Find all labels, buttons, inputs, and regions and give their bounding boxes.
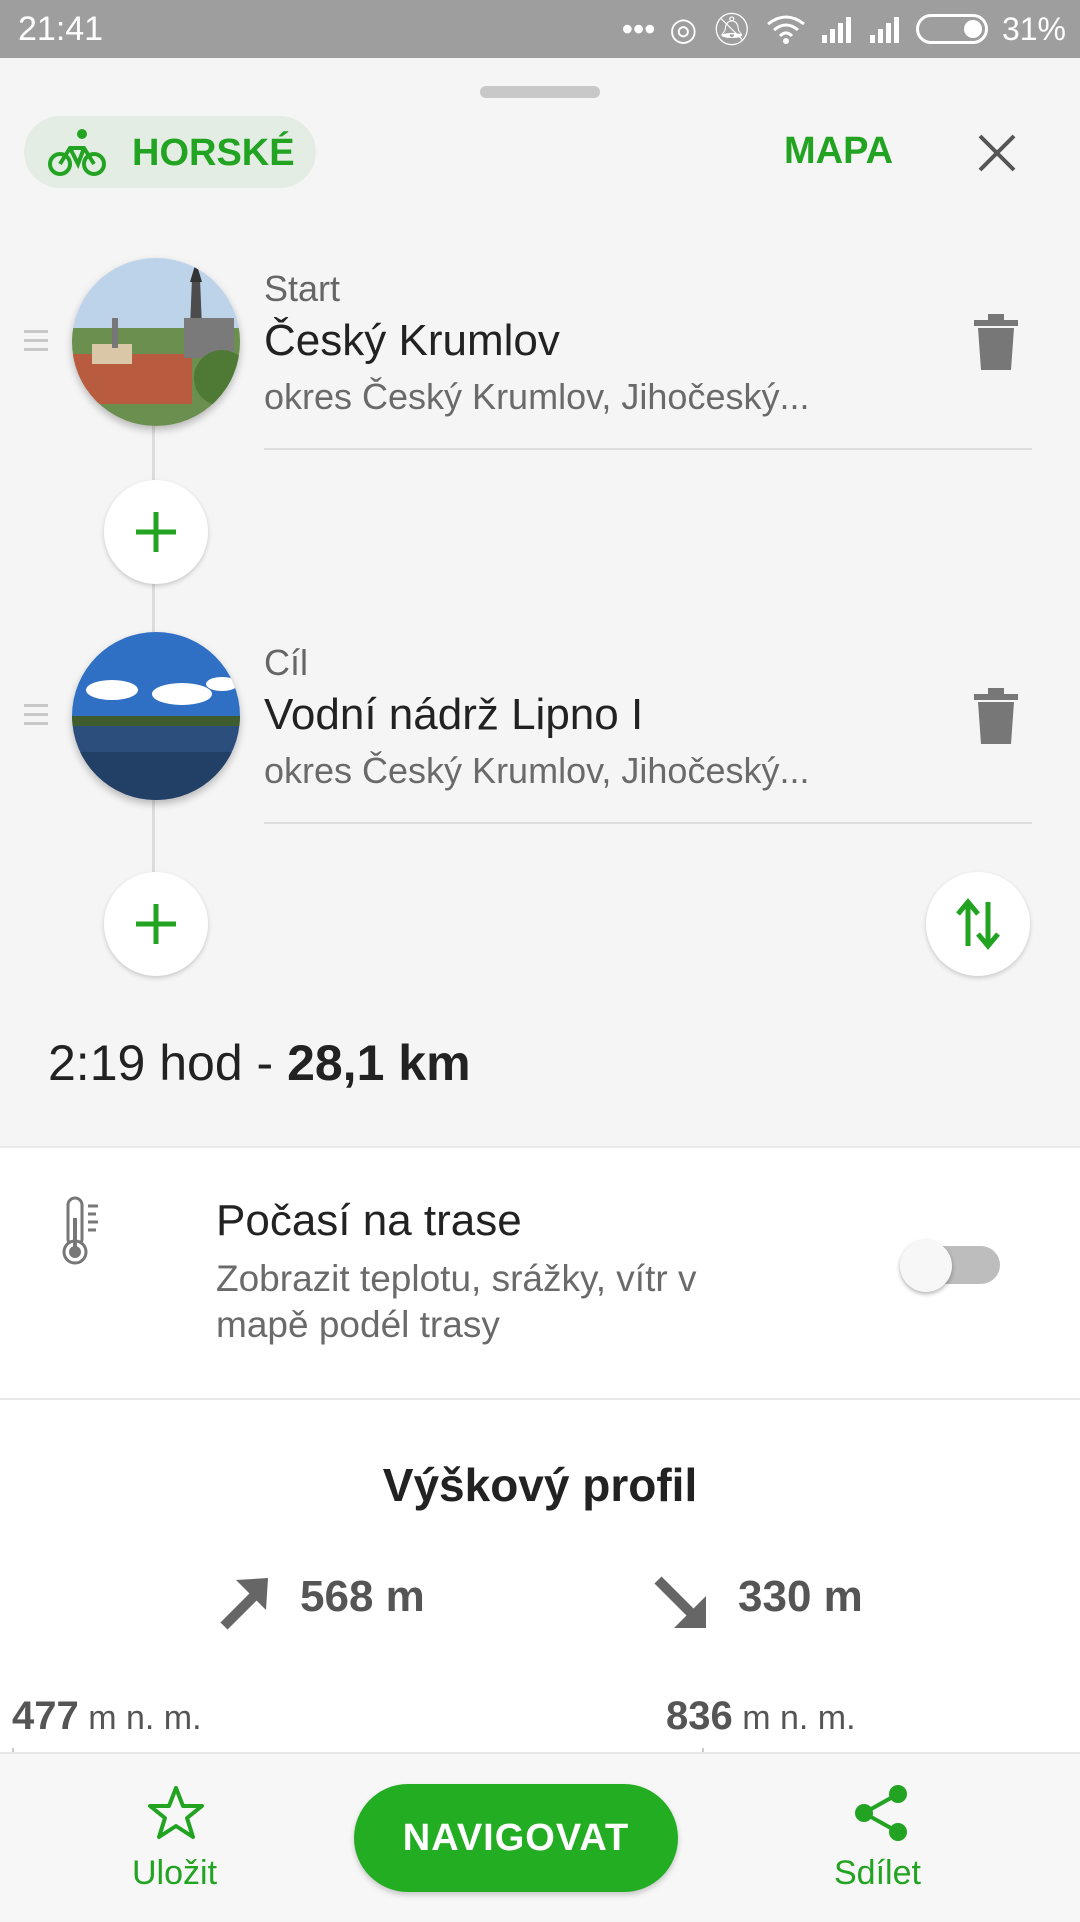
waypoint-photo-start — [72, 258, 240, 426]
share-icon — [855, 1785, 907, 1841]
max-altitude: 836 m n. m. — [666, 1694, 856, 1739]
travel-mode-button[interactable]: HORSKÉ — [24, 116, 316, 188]
wifi-icon — [767, 15, 805, 44]
trash-icon[interactable] — [972, 688, 1020, 746]
elevation-ascent: 568 m — [300, 1572, 425, 1621]
waypoint-start-tag: Start — [264, 268, 341, 309]
divider — [264, 448, 1032, 450]
max-altitude-unit: m n. m. — [732, 1699, 856, 1737]
drag-handle-icon[interactable] — [24, 704, 48, 731]
save-label: Uložit — [132, 1854, 218, 1892]
sheet-drag-handle[interactable] — [480, 86, 600, 98]
waypoint-start-subtitle: okres Český Krumlov, Jihočeský... — [264, 376, 810, 417]
plus-icon — [136, 512, 176, 552]
trash-icon[interactable] — [972, 314, 1020, 372]
elevation-title: Výškový profil — [382, 1459, 698, 1511]
swap-icon — [956, 898, 1000, 950]
route-summary: 2:19 hod - 28,1 km — [48, 1034, 471, 1092]
signal-icon-2 — [869, 17, 899, 43]
waypoint-destination-name[interactable]: Vodní nádrž Lipno I — [264, 690, 643, 740]
more-dots-icon: ••• — [621, 10, 656, 47]
swap-waypoints-button[interactable] — [926, 872, 1030, 976]
elevation-descent: 330 m — [738, 1572, 863, 1621]
status-time: 21:41 — [18, 10, 104, 48]
weather-on-route-panel: Počasí na trase Zobrazit teplotu, srážky… — [0, 1146, 1080, 1400]
bottom-action-bar: Uložit NAVIGOVAT Sdílet — [0, 1752, 1080, 1920]
drag-handle-icon[interactable] — [24, 330, 48, 357]
status-icons: ••• ◎ 🔕︎ 31% — [622, 10, 1066, 48]
bicycle-icon — [48, 129, 106, 176]
thermometer-icon — [62, 1196, 98, 1265]
map-button[interactable]: MAPA — [784, 130, 893, 173]
weather-toggle-knob[interactable] — [900, 1240, 952, 1292]
min-altitude-value: 477 — [12, 1694, 79, 1738]
travel-mode-label: HORSKÉ — [132, 132, 295, 174]
min-altitude: 477 m n. m. — [12, 1694, 202, 1739]
save-button[interactable]: Uložit — [110, 1754, 250, 1922]
waypoint-start-name[interactable]: Český Krumlov — [264, 316, 560, 366]
waypoint-photo-destination — [72, 632, 240, 800]
min-altitude-unit: m n. m. — [78, 1699, 202, 1737]
weather-description: Zobrazit teplotu, srážky, vítr v mapě po… — [216, 1258, 697, 1345]
star-icon — [148, 1786, 204, 1839]
close-icon[interactable] — [972, 128, 1022, 178]
share-button[interactable]: Sdílet — [820, 1754, 960, 1922]
route-distance: 28,1 km — [287, 1035, 471, 1091]
add-waypoint-end-button[interactable] — [104, 872, 208, 976]
navigate-button[interactable]: NAVIGOVAT — [354, 1784, 678, 1892]
status-bar: 21:41 ••• ◎ 🔕︎ 31% — [0, 0, 1080, 58]
signal-icon — [821, 17, 851, 43]
route-duration: 2:19 hod - — [48, 1035, 288, 1091]
hotspot-icon: ◎ — [669, 11, 698, 47]
plus-icon — [136, 904, 176, 944]
battery-icon — [915, 14, 988, 44]
weather-title: Počasí na trase — [216, 1196, 522, 1245]
battery-percent: 31% — [1001, 10, 1066, 47]
mute-icon: 🔕︎ — [711, 11, 752, 47]
divider — [264, 822, 1032, 824]
waypoint-destination-tag: Cíl — [264, 642, 308, 683]
waypoint-destination-subtitle: okres Český Krumlov, Jihočeský... — [264, 750, 810, 791]
elevation-profile: Výškový profil 568 m 330 m 477 m n. m. 8… — [0, 1400, 1080, 1754]
arrow-up-right-icon — [220, 1578, 268, 1630]
arrow-down-right-icon — [654, 1576, 706, 1628]
share-label: Sdílet — [834, 1854, 921, 1892]
add-waypoint-button[interactable] — [104, 480, 208, 584]
max-altitude-value: 836 — [666, 1694, 733, 1738]
